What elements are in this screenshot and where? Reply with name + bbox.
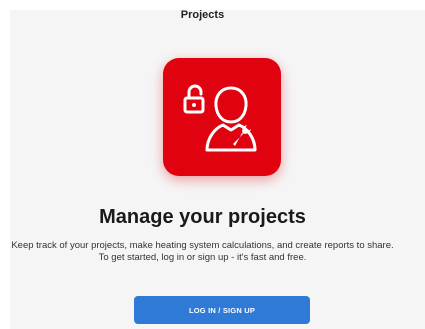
login-signup-button[interactable]: LOG IN / SIGN UP bbox=[134, 296, 310, 324]
headline: Manage your projects bbox=[99, 206, 306, 228]
description-line-1: Keep track of your projects, make heatin… bbox=[11, 240, 394, 251]
page-title: Projects bbox=[180, 9, 225, 21]
user-with-wrench-and-padlock-icon bbox=[183, 84, 257, 152]
description: Keep track of your projects, make heatin… bbox=[0, 240, 415, 264]
hero-icon-tile bbox=[163, 58, 281, 176]
description-line-2: To get started, log in or sign up - it's… bbox=[98, 252, 307, 263]
